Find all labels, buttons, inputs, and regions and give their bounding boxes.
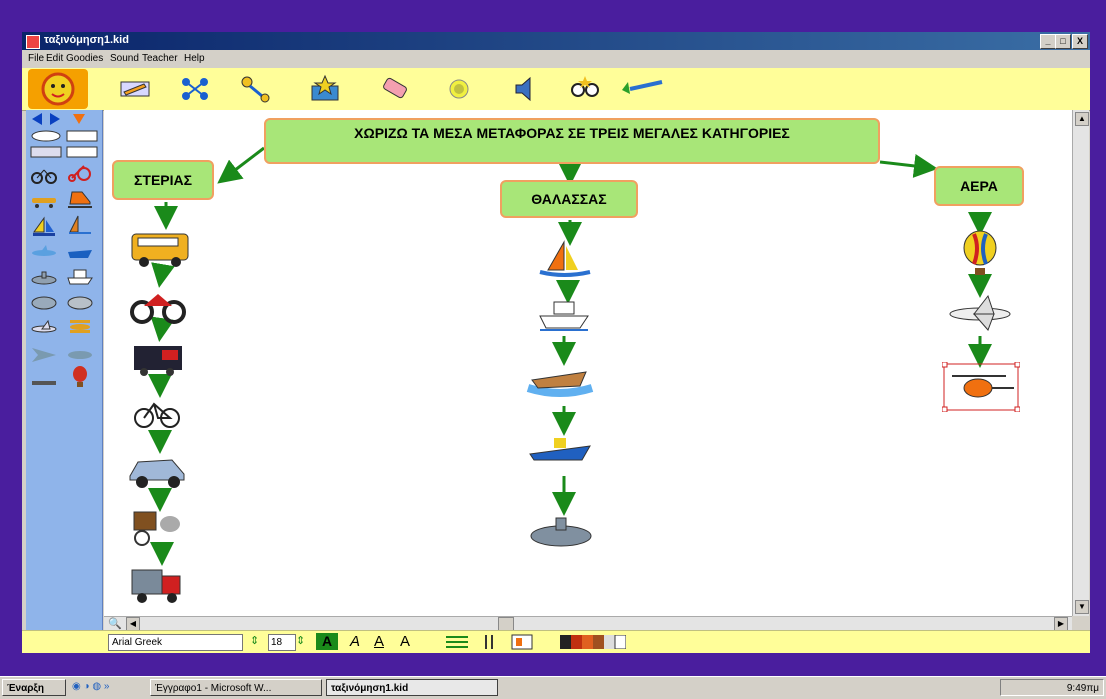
menu-goodies[interactable]: Goodies xyxy=(66,53,103,64)
zeppelin-clipart-icon[interactable] xyxy=(66,292,94,314)
menu-bar: File Edit Goodies Sound Teacher Help xyxy=(22,50,1090,68)
menu-teacher[interactable]: Teacher xyxy=(142,53,178,64)
text-color-button[interactable]: A xyxy=(394,633,416,650)
menu-edit[interactable]: Edit xyxy=(46,53,63,64)
glider-clipart-icon[interactable] xyxy=(30,372,58,394)
italic-text-button[interactable]: A xyxy=(346,633,364,650)
shape-palette xyxy=(26,110,103,630)
diagram-tool-icon[interactable] xyxy=(178,74,212,104)
land-category-node[interactable]: ΣΤΕΡΙΑΣ xyxy=(112,160,214,200)
rowboat-clipart-icon[interactable] xyxy=(522,358,598,404)
vertical-scrollbar[interactable]: ▲ ▼ xyxy=(1072,110,1089,616)
sailboat-clipart-icon[interactable] xyxy=(534,240,594,280)
taskbar-kidspiration-active[interactable]: ταξινόμηση1.kid xyxy=(326,679,498,696)
scroll-right-arrow-icon[interactable]: ▶ xyxy=(1054,617,1068,631)
close-button[interactable]: X xyxy=(1072,34,1088,49)
eraser-icon[interactable] xyxy=(378,74,412,104)
main-topic-node[interactable]: ΧΩΡΙΖΩ ΤΑ ΜΕΣΑ ΜΕΤΑΦΟΡΑΣ ΣΕ ΤΡΕΙΣ ΜΕΓΑΛΕ… xyxy=(264,118,880,164)
sun-logo-icon xyxy=(28,69,88,109)
system-tray: 9:49πμ xyxy=(1000,679,1104,696)
truck-clipart-icon[interactable] xyxy=(128,560,184,606)
minimize-button[interactable]: _ xyxy=(1040,34,1056,49)
skate-clipart-icon[interactable] xyxy=(66,188,94,210)
text-box-shape-icon[interactable] xyxy=(66,146,98,158)
horse-cart-clipart-icon[interactable] xyxy=(130,504,184,548)
start-button[interactable]: Έναρξη xyxy=(2,679,66,696)
airplane-clipart-icon[interactable] xyxy=(944,292,1014,334)
menu-file[interactable]: File xyxy=(28,53,44,64)
glasses-icon[interactable] xyxy=(568,74,602,104)
picture-layout-icon[interactable] xyxy=(510,633,534,651)
horizontal-scrollbar[interactable]: 🔍 ◀ ▶ xyxy=(104,616,1072,631)
scroll-down-arrow-icon[interactable]: ▼ xyxy=(1075,600,1089,614)
plane-clipart-icon[interactable] xyxy=(30,318,58,340)
color-swatches[interactable] xyxy=(560,635,626,649)
arrow-down-icon[interactable] xyxy=(72,112,86,126)
font-name-field[interactable]: Arial Greek xyxy=(108,634,243,651)
taskbar-word-document[interactable]: Έγγραφο1 - Microsoft W... xyxy=(150,679,322,696)
font-size-field[interactable]: 18 xyxy=(268,634,296,651)
scroll-left-arrow-icon[interactable]: ◀ xyxy=(126,617,140,631)
menu-sound[interactable]: Sound xyxy=(110,53,139,64)
app-window: ταξινόμηση1.kid _ □ X File Edit Goodies … xyxy=(22,32,1090,653)
concept-map-canvas[interactable]: ΧΩΡΙΖΩ ΤΑ ΜΕΣΑ ΜΕΤΑΦΟΡΑΣ ΣΕ ΤΡΕΙΣ ΜΕΓΑΛΕ… xyxy=(104,110,1072,616)
goodies-box-icon[interactable] xyxy=(308,74,342,104)
underline-text-button[interactable]: A xyxy=(370,633,388,650)
car-clipart-icon[interactable] xyxy=(126,448,188,492)
scroll-thumb[interactable] xyxy=(498,617,514,631)
menu-help[interactable]: Help xyxy=(184,53,205,64)
paintbrush-icon[interactable] xyxy=(618,74,666,104)
train-clipart-icon[interactable] xyxy=(128,336,188,378)
clock: 9:49πμ xyxy=(1066,683,1099,694)
oval-shape-icon[interactable] xyxy=(30,130,62,142)
skateboard-clipart-icon[interactable] xyxy=(30,190,58,212)
bicycle-clipart-icon[interactable] xyxy=(30,164,58,186)
scroll-up-arrow-icon[interactable]: ▲ xyxy=(1075,112,1089,126)
zoom-icon[interactable]: 🔍 xyxy=(108,617,122,630)
biplane-clipart-icon[interactable] xyxy=(66,316,94,338)
window-title: ταξινόμηση1.kid xyxy=(44,34,129,46)
ship-clipart-icon[interactable] xyxy=(536,296,592,334)
title-bar[interactable]: ταξινόμηση1.kid _ □ X xyxy=(22,32,1090,50)
sea-category-node[interactable]: ΘΑΛΑΣΣΑΣ xyxy=(500,180,638,218)
bold-text-button[interactable]: A xyxy=(316,633,338,650)
size-stepper-icon[interactable]: ⇕ xyxy=(296,634,310,649)
submarine-clipart-icon[interactable] xyxy=(30,266,58,288)
quick-launch-icons[interactable]: ◉ ◑ ◍ » xyxy=(72,681,144,695)
air-category-node[interactable]: ΑΕΡΑ xyxy=(934,166,1024,206)
bus-clipart-icon[interactable] xyxy=(128,226,192,270)
sound-icon[interactable] xyxy=(508,74,542,104)
motorcycle-clipart-icon[interactable] xyxy=(130,282,186,324)
pencil-tool-icon[interactable] xyxy=(118,74,152,104)
app-icon xyxy=(26,35,40,49)
hot-air-balloon-clipart-icon[interactable] xyxy=(954,230,1006,276)
helicopter-clipart-icon[interactable] xyxy=(942,362,1020,412)
label-shape-icon[interactable] xyxy=(30,146,62,158)
format-toolbar: Arial Greek ⇕ 18 ⇕ A A A A xyxy=(22,630,1090,653)
line-style-icon[interactable] xyxy=(442,633,472,651)
submarine-clipart-icon[interactable] xyxy=(528,510,594,552)
rectangle-shape-icon[interactable] xyxy=(66,130,98,142)
blimp-clipart-icon[interactable] xyxy=(30,292,58,314)
sailboat-clipart-icon[interactable] xyxy=(30,216,58,238)
link-tool-icon[interactable] xyxy=(238,74,272,104)
fighter-jet-clipart-icon[interactable] xyxy=(30,344,58,366)
arrow-left-right-icon[interactable] xyxy=(30,112,70,126)
bicycle-clipart-icon[interactable] xyxy=(132,394,182,432)
idea-bulb-icon[interactable] xyxy=(442,74,476,104)
jet-clipart-icon[interactable] xyxy=(30,242,58,264)
speedboat-clipart-icon[interactable] xyxy=(524,428,596,472)
windsurf-clipart-icon[interactable] xyxy=(66,214,94,236)
rocket-clipart-icon[interactable] xyxy=(66,344,94,366)
column-layout-icon[interactable] xyxy=(478,633,504,651)
balloon-clipart-icon[interactable] xyxy=(66,366,94,388)
tricycle-clipart-icon[interactable] xyxy=(66,160,94,182)
taskbar: Έναρξη ◉ ◑ ◍ » Έγγραφο1 - Microsoft W...… xyxy=(0,676,1106,699)
toolbar xyxy=(22,68,1090,111)
font-stepper-icon[interactable]: ⇕ xyxy=(250,634,264,649)
maximize-button[interactable]: □ xyxy=(1055,34,1071,49)
boat-clipart-icon[interactable] xyxy=(66,242,94,264)
ferry-clipart-icon[interactable] xyxy=(66,266,94,288)
